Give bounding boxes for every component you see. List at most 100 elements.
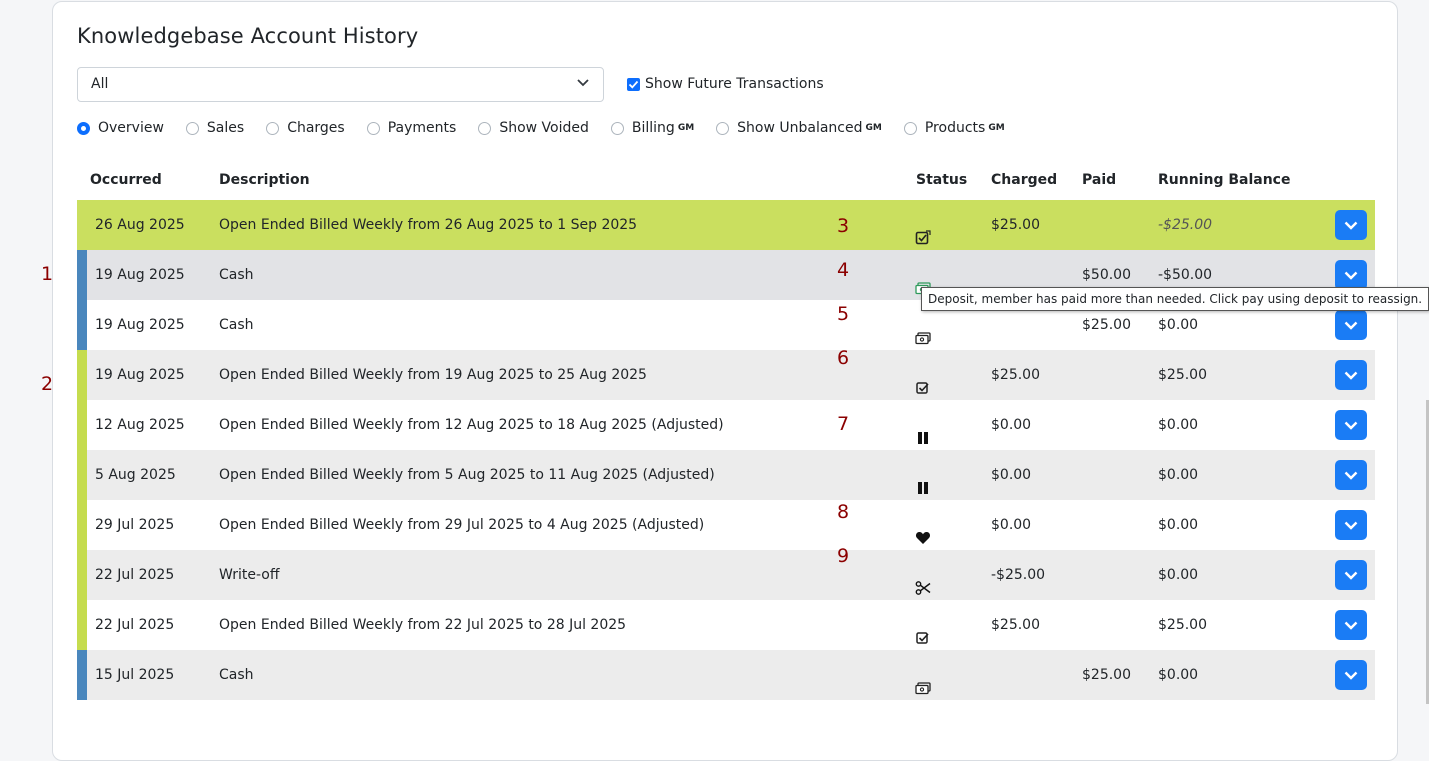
row-actions-button[interactable] [1335,560,1367,590]
row-actions-button[interactable] [1335,360,1367,390]
radio-unselected-icon[interactable] [903,121,917,135]
radio-label: Sales [206,120,245,136]
radio-unselected-icon[interactable] [610,121,624,135]
radio-billing[interactable]: Billing GM [610,120,695,136]
row-actions-button[interactable] [1335,460,1367,490]
row-type-indicator [77,300,87,350]
page-title: Knowledgebase Account History [77,24,419,48]
cell-occurred: 26 Aug 2025 [95,217,185,233]
radio-unselected-icon[interactable] [266,121,280,135]
radio-label: Charges [287,120,345,136]
cell-running-balance: $0.00 [1158,517,1199,533]
show-future-label: Show Future Transactions [645,76,824,92]
cell-charged: $25.00 [991,367,1040,383]
cell-charged: $25.00 [991,217,1040,233]
cell-description: Open Ended Billed Weekly from 5 Aug 2025… [219,467,715,483]
radio-label: Overview [98,120,164,136]
annotation-1: 1 [41,263,54,285]
row-actions-button[interactable] [1335,310,1367,340]
cell-running-balance: $0.00 [1158,467,1199,483]
pause-icon[interactable] [915,417,931,444]
radio-label: Billing [631,120,675,136]
row-type-indicator [77,500,87,550]
col-description: Description [219,172,310,188]
table-row: 26 Aug 2025 Open Ended Billed Weekly from… [77,200,1375,250]
checkbox-checked-icon[interactable] [627,77,640,91]
col-paid: Paid [1082,172,1117,188]
cell-charged: $25.00 [991,617,1040,633]
table-row: 22 Jul 2025 Open Ended Billed Weekly from… [77,600,1375,650]
radio-products[interactable]: Products GM [903,120,1005,136]
cell-running-balance: $25.00 [1158,617,1207,633]
radio-selected-icon[interactable] [77,121,90,135]
chevron-down-icon [1344,271,1358,280]
chevron-down-icon [1344,371,1358,380]
row-actions-button[interactable] [1335,510,1367,540]
filter-select-value: All [91,76,109,92]
cash-icon[interactable] [915,317,931,345]
chevron-down-icon [1344,421,1358,430]
cell-occurred: 29 Jul 2025 [95,517,175,533]
pause-icon[interactable] [915,467,931,494]
show-future-checkbox[interactable]: Show Future Transactions [627,76,824,92]
filter-select[interactable]: All [77,67,604,102]
radio-unselected-icon[interactable] [185,121,199,135]
chevron-down-icon [1344,471,1358,480]
annotation-4: 4 [837,259,850,281]
row-actions-button[interactable] [1335,210,1367,240]
cell-description: Cash [219,667,254,683]
radio-unselected-icon[interactable] [478,121,492,135]
radio-label: Show Voided [499,120,589,136]
annotation-2: 2 [41,373,54,395]
radio-unselected-icon[interactable] [716,121,730,135]
chevron-down-icon [1344,521,1358,530]
row-actions-button[interactable] [1335,260,1367,290]
cell-occurred: 5 Aug 2025 [95,467,176,483]
cell-occurred: 19 Aug 2025 [95,367,185,383]
row-type-indicator [77,350,87,400]
table-row: 29 Jul 2025 Open Ended Billed Weekly from… [77,500,1375,550]
chevron-down-icon [1344,671,1358,680]
gm-badge: GM [677,123,695,133]
table-row: 5 Aug 2025 Open Ended Billed Weekly from … [77,450,1375,500]
chevron-down-icon [1344,321,1358,330]
radio-overview[interactable]: Overview [77,120,164,136]
cell-description: Write-off [219,567,280,583]
radio-sales[interactable]: Sales [185,120,245,136]
annotation-5: 5 [837,303,850,325]
cell-description: Open Ended Billed Weekly from 26 Aug 202… [219,217,638,233]
cell-charged: $0.00 [991,517,1032,533]
cell-occurred: 19 Aug 2025 [95,317,185,333]
row-actions-button[interactable] [1335,660,1367,690]
check-square-icon[interactable] [915,617,931,644]
check-square-icon[interactable] [915,367,931,394]
annotation-3: 3 [837,215,850,237]
cell-running-balance: $25.00 [1158,367,1207,383]
annotation-6: 6 [837,347,850,369]
cell-charged: -$25.00 [991,567,1046,583]
heart-icon[interactable] [915,517,931,544]
radio-unselected-icon[interactable] [366,121,380,135]
col-status: Status [916,172,968,188]
row-type-indicator [77,550,87,600]
view-radio-group: Overview Sales Charges Payments Show Voided B… [77,120,1027,136]
radio-show-unbalanced[interactable]: Show Unbalanced GM [716,120,882,136]
table-row: 15 Jul 2025 Cash $25.00 $0.00 [77,650,1375,700]
radio-charges[interactable]: Charges [266,120,345,136]
cell-description: Open Ended Billed Weekly from 29 Jul 202… [219,517,705,533]
scissors-icon[interactable] [915,567,931,595]
cell-running-balance: $0.00 [1158,417,1199,433]
cash-icon[interactable] [915,667,931,695]
radio-payments[interactable]: Payments [366,120,456,136]
row-type-indicator [77,450,87,500]
table-row: 12 Aug 2025 Open Ended Billed Weekly from… [77,400,1375,450]
col-charged: Charged [991,172,1058,188]
edit-check-icon[interactable] [915,217,931,245]
radio-show-voided[interactable]: Show Voided [478,120,589,136]
gm-badge: GM [988,123,1005,133]
cell-description: Open Ended Billed Weekly from 19 Aug 202… [219,367,647,383]
row-actions-button[interactable] [1335,410,1367,440]
cash-deposit-icon[interactable] [915,267,931,295]
row-actions-button[interactable] [1335,610,1367,640]
row-type-indicator [77,200,87,250]
